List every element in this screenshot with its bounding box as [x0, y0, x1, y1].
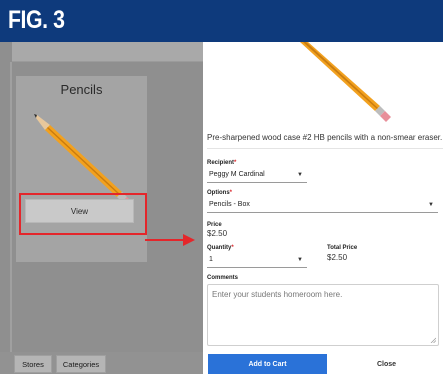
chevron-down-icon: ▼ — [297, 257, 303, 263]
quantity-label: Quantity* — [207, 245, 234, 251]
tab-categories[interactable]: Categories — [56, 355, 106, 373]
tab-stores[interactable]: Stores — [14, 355, 52, 373]
comments-placeholder: Enter your students homeroom here. — [212, 290, 343, 299]
total-price-label: Total Price — [327, 245, 358, 251]
close-button[interactable]: Close — [330, 354, 443, 374]
chevron-down-icon: ▼ — [297, 172, 303, 178]
product-card-title: Pencils — [60, 82, 103, 97]
store-panel-divider — [10, 62, 12, 352]
comments-textarea[interactable]: Enter your students homeroom here. — [207, 284, 439, 346]
figure-banner: FIG. 3 — [0, 0, 443, 42]
divider — [207, 148, 443, 149]
quantity-select[interactable]: 1 ▼ — [207, 253, 307, 268]
options-select[interactable]: Pencils - Box ▼ — [207, 198, 438, 213]
recipient-label: Recipient* — [207, 160, 237, 166]
total-price-value: $2.50 — [327, 253, 348, 262]
resize-grip-icon[interactable] — [430, 337, 436, 343]
comments-label: Comments — [207, 275, 239, 281]
required-marker: * — [231, 245, 234, 251]
chevron-down-icon: ▼ — [428, 202, 434, 208]
price-value: $2.50 — [207, 229, 228, 238]
pencil-icon — [300, 42, 391, 122]
price-label: Price — [207, 222, 222, 228]
required-marker: * — [229, 190, 233, 196]
options-label: Options* — [207, 190, 233, 196]
required-marker: * — [234, 160, 237, 166]
figure-label: FIG. 3 — [8, 6, 65, 34]
product-description: Pre-sharpened wood case #2 HB pencils wi… — [207, 133, 443, 142]
arrow-right-icon — [145, 234, 195, 246]
view-button-highlight — [19, 193, 147, 235]
add-to-cart-button[interactable]: Add to Cart — [208, 354, 327, 374]
store-panel-header — [12, 42, 203, 62]
recipient-select[interactable]: Peggy M Cardinal ▼ — [207, 168, 307, 183]
